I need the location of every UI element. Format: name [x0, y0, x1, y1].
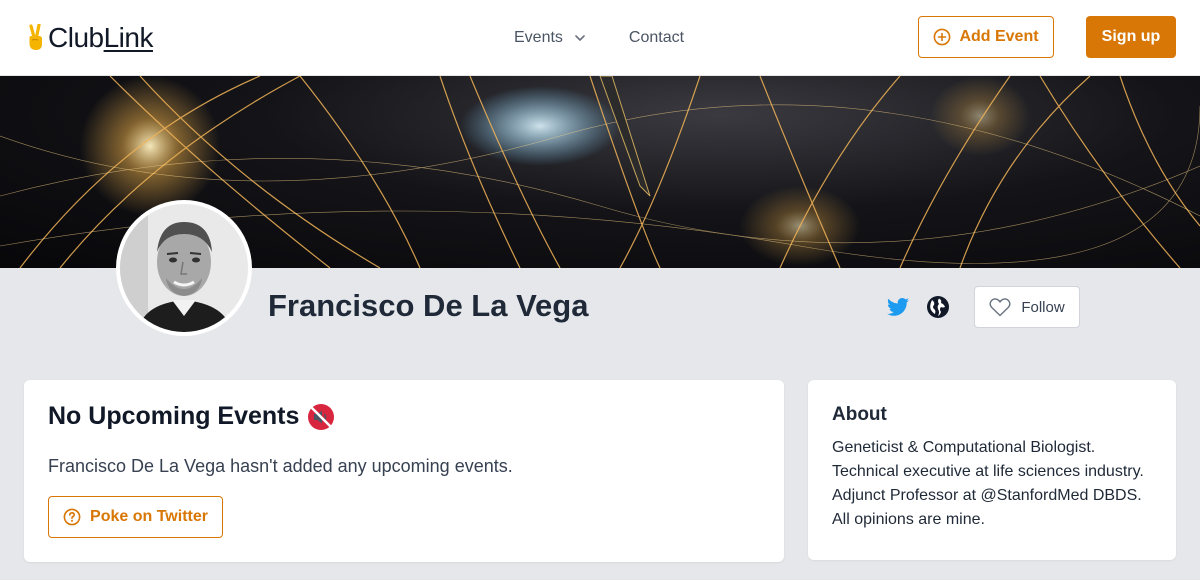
bio-line: All opinions are mine. [832, 511, 985, 528]
mute-speaker-icon [308, 403, 335, 430]
no-events-message: Francisco De La Vega hasn't added any up… [48, 456, 513, 476]
plus-circle-icon [934, 28, 951, 46]
sign-up-label: Sign up [1101, 28, 1161, 45]
chevron-down-icon [575, 35, 585, 41]
twitter-icon [887, 298, 909, 316]
about-heading: About [832, 404, 887, 425]
poke-on-twitter-label: Poke on Twitter [90, 508, 208, 525]
nav-events-dropdown[interactable]: Events [514, 29, 587, 47]
follow-label: Follow [1021, 298, 1065, 316]
bio-line: Geneticist & Computational Biologist. [832, 439, 1096, 456]
profile-name: Francisco De La Vega [268, 288, 589, 323]
sign-up-button[interactable]: Sign up [1086, 16, 1176, 58]
logo-text: ClubLink [48, 22, 153, 53]
nav-events-label: Events [514, 29, 563, 46]
nav-contact-label: Contact [628, 29, 685, 46]
twitter-profile-link[interactable] [886, 295, 910, 319]
upcoming-events-heading: No Upcoming Events [48, 402, 335, 431]
upcoming-events-title: No Upcoming Events [48, 402, 300, 430]
top-navbar: ClubLink Events Contact Add Event Sign u… [0, 0, 1200, 76]
bio-line: Adjunct Professor at @StanfordMed DBDS. [832, 487, 1142, 504]
person-photo [120, 204, 248, 332]
clublink-logo[interactable]: ClubLink [26, 20, 153, 56]
about-bio: Geneticist & Computational Biologist. Te… [832, 436, 1162, 532]
question-circle-icon [63, 508, 81, 526]
main-nav: Events Contact [514, 26, 684, 50]
add-event-button[interactable]: Add Event [918, 16, 1054, 58]
victory-hand-icon [29, 24, 42, 50]
follow-button[interactable]: Follow [974, 286, 1080, 328]
nav-contact-link[interactable]: Contact [629, 29, 684, 47]
profile-avatar [116, 200, 252, 336]
add-event-label: Add Event [959, 28, 1039, 45]
upcoming-events-card: No Upcoming Events Francisco De La Vega … [24, 380, 784, 562]
website-link[interactable] [926, 295, 950, 319]
poke-on-twitter-button[interactable]: Poke on Twitter [48, 496, 223, 538]
bio-line: Technical executive at life sciences ind… [832, 463, 1144, 480]
globe-icon [927, 296, 949, 318]
about-card: About Geneticist & Computational Biologi… [808, 380, 1176, 560]
heart-icon [989, 298, 1011, 317]
